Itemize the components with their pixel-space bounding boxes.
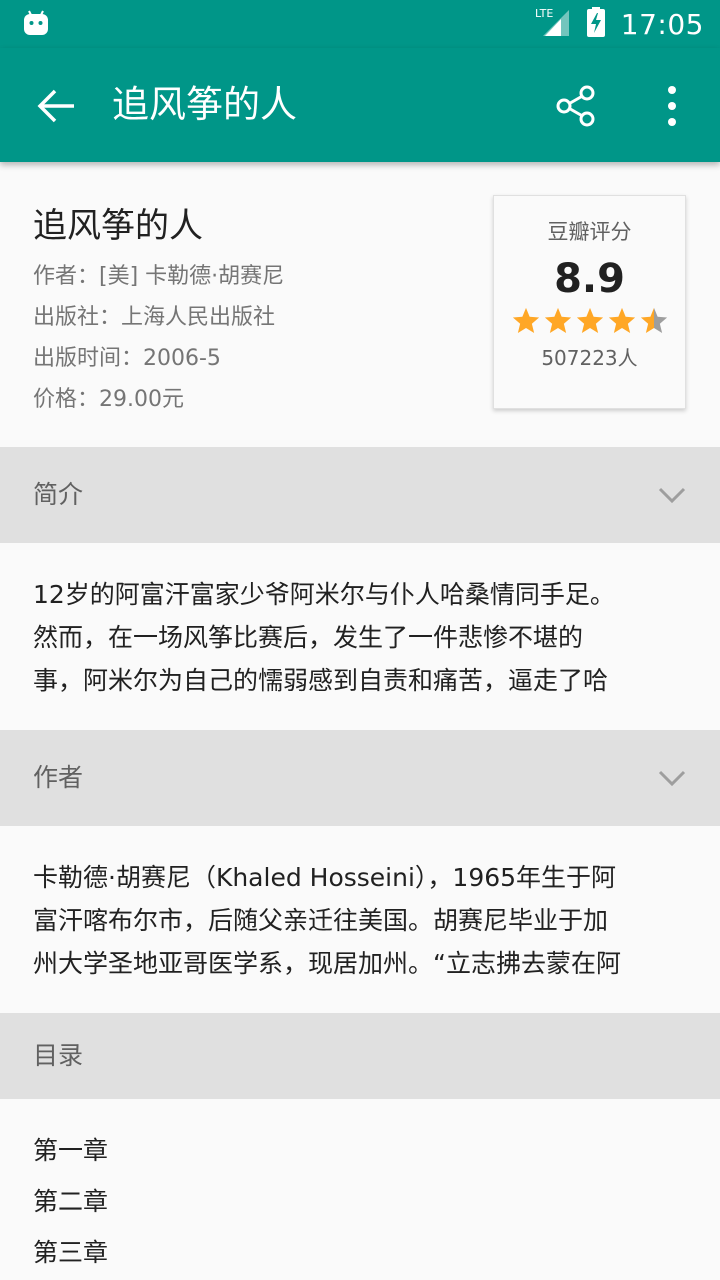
star-icon <box>544 307 571 333</box>
rating-stars <box>494 306 685 336</box>
book-pub-date: 出版时间：2006-5 <box>33 346 221 371</box>
rating-card: 豆瓣评分 8.9 507223人 <box>493 195 686 409</box>
catalog-list: 第一章 第二章 第三章 <box>33 1129 108 1280</box>
chevron-down-icon[interactable] <box>656 481 688 509</box>
star-icon <box>512 307 539 333</box>
chevron-down-icon[interactable] <box>656 764 688 792</box>
status-bar: LTE 17:05 <box>0 0 720 48</box>
summary-line: 事，阿米尔为自己的懦弱感到自责和痛苦，逼走了哈 <box>33 666 609 695</box>
summary-line: 12岁的阿富汗富家少爷阿米尔与仆人哈桑情同手足。 <box>33 580 615 609</box>
share-icon[interactable] <box>552 82 600 130</box>
status-clock: 17:05 <box>620 7 704 41</box>
author-section-body: 卡勒德·胡赛尼（Khaled Hosseini），1965年生于阿 富汗喀布尔市… <box>0 826 720 1013</box>
book-meta: 作者：[美] 卡勒德·胡赛尼 出版社：上海人民出版社 出版时间：2006-5 价… <box>33 258 284 422</box>
app-bar: 追风筝的人 <box>0 48 720 162</box>
android-icon <box>22 10 50 40</box>
book-publisher: 出版社：上海人民出版社 <box>33 305 276 330</box>
star-icon <box>640 307 667 333</box>
book-price: 价格：29.00元 <box>33 387 184 412</box>
lte-signal-icon: LTE <box>535 6 571 42</box>
rating-label: 豆瓣评分 <box>547 220 632 244</box>
author-line: 卡勒德·胡赛尼（Khaled Hosseini），1965年生于阿 <box>33 863 617 892</box>
catalog-item[interactable]: 第一章 <box>33 1129 108 1180</box>
catalog-item[interactable]: 第二章 <box>33 1180 108 1231</box>
book-info: 追风筝的人 作者：[美] 卡勒德·胡赛尼 出版社：上海人民出版社 出版时间：20… <box>0 162 720 447</box>
summary-section-title: 简介 <box>33 480 84 509</box>
star-icon <box>576 307 603 333</box>
summary-section-header[interactable]: 简介 <box>0 447 720 543</box>
author-line: 富汗喀布尔市，后随父亲迁往美国。胡赛尼毕业于加 <box>33 906 609 935</box>
catalog-section-header[interactable]: 目录 <box>0 1013 720 1099</box>
catalog-item[interactable]: 第三章 <box>33 1231 108 1280</box>
summary-section-body: 12岁的阿富汗富家少爷阿米尔与仆人哈桑情同手足。 然而，在一场风筝比赛后，发生了… <box>0 543 720 730</box>
catalog-section-title: 目录 <box>33 1041 84 1070</box>
back-arrow-icon[interactable] <box>34 84 78 128</box>
author-section-title: 作者 <box>33 763 84 792</box>
author-text: 卡勒德·胡赛尼（Khaled Hosseini），1965年生于阿 富汗喀布尔市… <box>33 856 693 985</box>
star-icon <box>608 307 635 333</box>
summary-text: 12岁的阿富汗富家少爷阿米尔与仆人哈桑情同手足。 然而，在一场风筝比赛后，发生了… <box>33 573 693 702</box>
rating-count: 507223人 <box>541 346 638 370</box>
rating-score: 8.9 <box>554 256 625 302</box>
book-author: 作者：[美] 卡勒德·胡赛尼 <box>33 264 285 289</box>
book-title: 追风筝的人 <box>33 206 203 246</box>
svg-text:LTE: LTE <box>535 7 553 20</box>
catalog-section-body: 第一章 第二章 第三章 <box>0 1099 720 1280</box>
more-vert-icon[interactable] <box>648 82 696 130</box>
summary-line: 然而，在一场风筝比赛后，发生了一件悲惨不堪的 <box>33 623 584 652</box>
app-bar-title: 追风筝的人 <box>112 83 297 126</box>
author-section-header[interactable]: 作者 <box>0 730 720 826</box>
battery-charging-icon <box>585 6 607 42</box>
author-line: 州大学圣地亚哥医学系，现居加州。“立志拂去蒙在阿 <box>33 949 621 978</box>
